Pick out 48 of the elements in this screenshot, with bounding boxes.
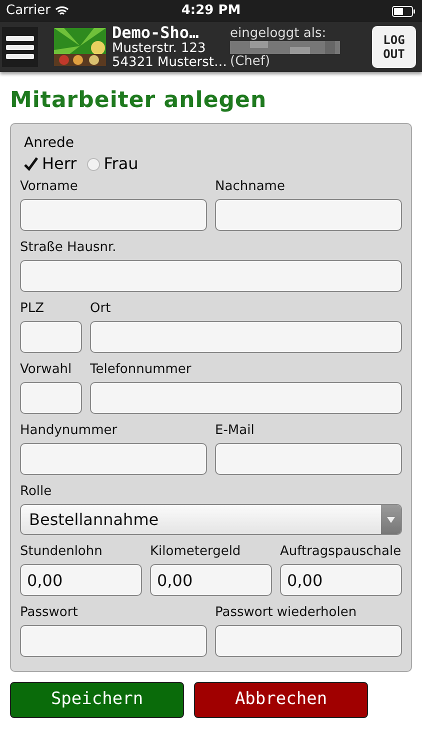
page-title: Mitarbeiter anlegen [10,87,268,115]
field-label: Ort [90,300,112,318]
field-label: E-Mail [215,422,256,440]
field-label: Stundenlohn [20,543,104,561]
input-field[interactable]: 0,00 [280,564,402,596]
field-label: Vorwahl [20,361,73,379]
field-label: Kilometergeld [150,543,242,561]
carrier-text: Carrier [6,2,50,20]
input-field[interactable]: 0,00 [20,564,142,596]
wifi-icon [55,6,70,16]
input-field[interactable] [90,382,402,414]
login-label: eingeloggt als: [230,26,328,40]
field-label: Auftragspauschale [280,543,402,561]
cancel-button[interactable]: Abbrechen [194,682,368,718]
logout-button[interactable]: LOG OUT [372,26,416,68]
shop-street: Musterstr. 123 [112,42,207,56]
input-field[interactable] [90,321,402,353]
field-label: PLZ [20,300,45,318]
input-field[interactable] [20,321,82,353]
clock-text: 4:29 PM [181,2,241,20]
input-field[interactable] [215,199,402,231]
save-button[interactable]: Speichern [10,682,184,718]
menu-icon[interactable] [2,27,38,67]
input-field[interactable] [20,443,207,475]
radio-option[interactable]: Frau [86,152,138,176]
field-label: Straße Hausnr. [20,239,118,257]
role-select[interactable]: Bestellannahme [20,504,402,535]
field-label: Rolle [20,483,53,501]
input-field[interactable] [20,625,207,657]
battery-icon [392,6,416,16]
field-label: Passwort wiederholen [215,604,358,622]
field-label: Nachname [215,178,286,196]
input-field[interactable] [20,382,82,414]
radio-icon [86,158,100,170]
shop-name: Demo-Sho… [112,24,200,42]
user-role: (Chef) [230,54,272,68]
input-field[interactable] [215,625,402,657]
field-label: Anrede [24,134,76,152]
input-field[interactable] [20,199,207,231]
field-label: Vorname [20,178,79,196]
input-field[interactable] [215,443,402,475]
radio-option[interactable]: Herr [24,152,77,176]
field-label: Handynummer [20,422,118,440]
field-label: Passwort [20,604,79,622]
input-field[interactable]: 0,00 [150,564,272,596]
input-field[interactable] [20,260,402,292]
field-label: Telefonnummer [90,361,192,379]
checkmark-icon [24,157,38,171]
